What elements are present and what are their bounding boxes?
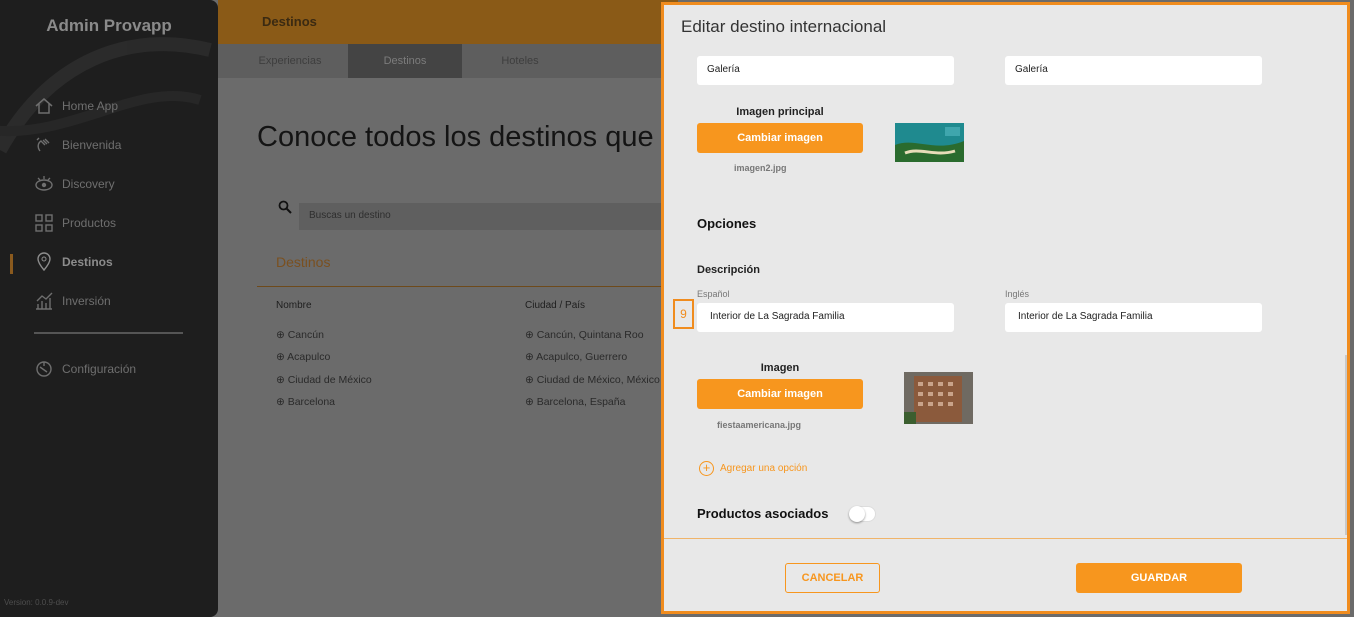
option-image-label: Imagen: [760, 362, 800, 374]
top-bar-title: Destinos: [262, 14, 317, 29]
modal-scrollbar[interactable]: [1345, 355, 1347, 535]
tab-hoteles[interactable]: Hoteles: [470, 44, 570, 78]
active-indicator: [10, 254, 13, 274]
sidebar-item-home-app[interactable]: Home App: [34, 96, 118, 116]
english-label: Inglés: [1005, 289, 1030, 299]
search-icon: [278, 200, 292, 214]
option-number-badge: 9: [673, 299, 694, 329]
option-image-thumbnail: [904, 372, 973, 424]
edit-destination-modal: Editar destino internacional Galería Gal…: [661, 2, 1350, 614]
sidebar-item-discovery[interactable]: Discovery: [34, 174, 115, 194]
hand-wave-icon: [36, 137, 50, 152]
table-cell: ⊕ Acapulco, Guerrero: [525, 351, 628, 363]
sidebar-item-configuracion[interactable]: Configuración: [34, 359, 136, 379]
column-header-nombre: Nombre: [276, 300, 312, 311]
table-cell[interactable]: ⊕ Cancún: [276, 329, 324, 341]
sidebar-item-label: Productos: [62, 216, 117, 230]
change-option-image-button[interactable]: Cambiar imagen: [697, 379, 863, 409]
sidebar-item-inversion[interactable]: Inversión: [34, 291, 111, 311]
options-title: Opciones: [697, 216, 757, 231]
sidebar-item-destinos[interactable]: Destinos: [34, 252, 113, 272]
table-cell[interactable]: ⊕ Ciudad de México: [276, 374, 372, 386]
table-cell: ⊕ Ciudad de México, México: [525, 374, 660, 386]
save-button[interactable]: GUARDAR: [1076, 563, 1242, 593]
change-main-image-button[interactable]: Cambiar imagen: [697, 123, 863, 153]
section-divider: [257, 286, 667, 287]
main-image-thumbnail: [895, 123, 964, 162]
table-cell[interactable]: ⊕ Acapulco: [276, 351, 330, 363]
modal-title: Editar destino internacional: [681, 17, 887, 36]
main-image-filename: imagen2.jpg: [734, 163, 787, 173]
gallery-en-input[interactable]: Galería: [1005, 56, 1262, 85]
gear-icon: [36, 361, 52, 377]
sidebar-item-label: Discovery: [62, 177, 115, 191]
description-label: Descripción: [697, 264, 760, 276]
sidebar: Admin Provapp Home App Bienvenida Discov…: [0, 0, 218, 617]
table-cell: ⊕ Cancún, Quintana Roo: [525, 329, 644, 341]
grid-icon: [35, 214, 53, 232]
table-cell: ⊕ Barcelona, España: [525, 396, 626, 408]
add-option-button[interactable]: + Agregar una opción: [699, 461, 807, 476]
version-label: Version: 0.0.9-dev: [4, 598, 69, 607]
gallery-es-input[interactable]: Galería: [697, 56, 954, 85]
sidebar-item-label: Home App: [62, 99, 119, 113]
add-option-label: Agregar una opción: [720, 463, 808, 474]
tab-experiencias[interactable]: Experiencias: [240, 44, 340, 78]
sidebar-item-label: Configuración: [62, 362, 137, 376]
sidebar-item-label: Destinos: [62, 255, 113, 269]
associated-products-label: Productos asociados: [697, 506, 829, 521]
sidebar-item-bienvenida[interactable]: Bienvenida: [34, 135, 121, 155]
location-pin-icon: [37, 252, 51, 272]
associated-products-toggle[interactable]: [849, 506, 876, 522]
toggle-knob: [849, 506, 865, 522]
sidebar-item-productos[interactable]: Productos: [34, 213, 116, 233]
section-label: Destinos: [276, 254, 331, 270]
app-title: Admin Provapp: [46, 16, 172, 35]
cancel-button[interactable]: CANCELAR: [785, 563, 880, 593]
sidebar-item-label: Bienvenida: [62, 138, 122, 152]
chart-growth-icon: [36, 292, 53, 310]
search-input[interactable]: Buscas un destino: [299, 203, 669, 230]
home-icon: [35, 98, 53, 114]
spanish-label: Español: [697, 289, 730, 299]
option-image-filename: fiestaamericana.jpg: [717, 420, 802, 430]
table-cell[interactable]: ⊕ Barcelona: [276, 396, 335, 408]
tab-destinos[interactable]: Destinos: [348, 44, 462, 78]
sidebar-divider: [34, 332, 183, 334]
description-en-input[interactable]: Interior de La Sagrada Familia: [1005, 303, 1262, 332]
footer-divider: [664, 538, 1347, 539]
sidebar-item-label: Inversión: [62, 294, 111, 308]
column-header-ciudad: Ciudad / País: [525, 300, 586, 311]
page-title: Conoce todos los destinos que: [257, 121, 654, 153]
plus-circle-icon: +: [699, 461, 714, 476]
eye-icon: [35, 176, 53, 191]
description-es-input[interactable]: Interior de La Sagrada Familia: [697, 303, 954, 332]
main-image-label: Imagen principal: [736, 106, 824, 118]
